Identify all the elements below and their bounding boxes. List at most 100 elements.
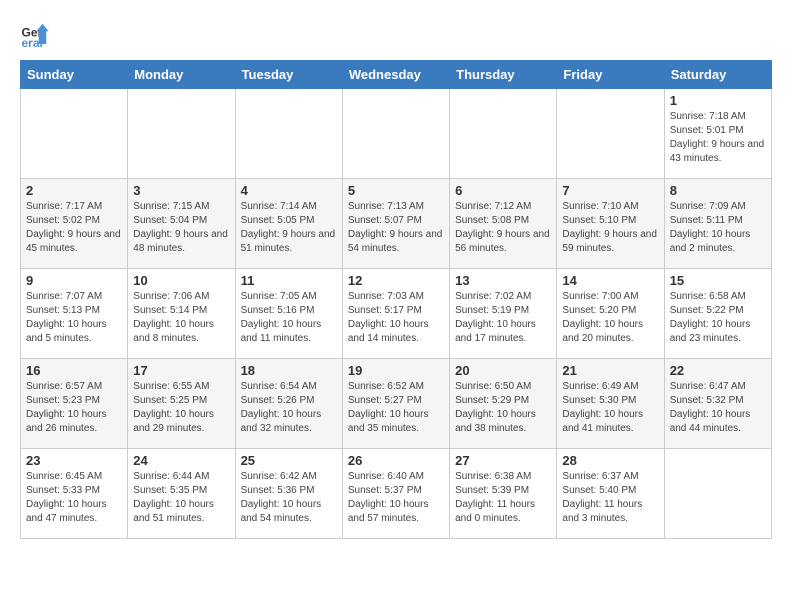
calendar-cell: 3 Sunrise: 7:15 AM Sunset: 5:04 PM Daylig…: [128, 179, 235, 269]
day-number: 12: [348, 273, 444, 288]
day-info: Sunrise: 7:13 AM Sunset: 5:07 PM Dayligh…: [348, 200, 444, 256]
calendar-body: 1 Sunrise: 7:18 AM Sunset: 5:01 PM Daylig…: [21, 89, 772, 539]
day-info: Sunrise: 6:57 AM Sunset: 5:23 PM Dayligh…: [26, 380, 122, 436]
day-number: 8: [670, 183, 766, 198]
day-info: Sunrise: 7:18 AM Sunset: 5:01 PM Dayligh…: [670, 110, 766, 166]
day-info: Sunrise: 7:09 AM Sunset: 5:11 PM Dayligh…: [670, 200, 766, 256]
day-number: 5: [348, 183, 444, 198]
calendar-week-row: 23Sunrise: 6:45 AM Sunset: 5:33 PM Dayli…: [21, 449, 772, 539]
day-info: Sunrise: 6:45 AM Sunset: 5:33 PM Dayligh…: [26, 470, 122, 526]
logo: Gen eral: [20, 20, 54, 50]
day-number: 24: [133, 453, 229, 468]
day-info: Sunrise: 6:54 AM Sunset: 5:26 PM Dayligh…: [241, 380, 337, 436]
calendar-cell: [235, 89, 342, 179]
day-number: 1: [670, 93, 766, 108]
header: Gen eral: [20, 20, 772, 50]
calendar-cell: 6Sunrise: 7:12 AM Sunset: 5:08 PM Daylig…: [450, 179, 557, 269]
day-number: 19: [348, 363, 444, 378]
weekday-header: Saturday: [664, 61, 771, 89]
day-number: 14: [562, 273, 658, 288]
calendar-cell: 20 Sunrise: 6:50 AM Sunset: 5:29 PM Dayli…: [450, 359, 557, 449]
day-number: 18: [241, 363, 337, 378]
calendar-cell: 13Sunrise: 7:02 AM Sunset: 5:19 PM Dayli…: [450, 269, 557, 359]
calendar-cell: 19 Sunrise: 6:52 AM Sunset: 5:27 PM Dayli…: [342, 359, 449, 449]
day-info: Sunrise: 7:17 AM Sunset: 5:02 PM Dayligh…: [26, 200, 122, 256]
day-number: 25: [241, 453, 337, 468]
day-info: Sunrise: 7:02 AM Sunset: 5:19 PM Dayligh…: [455, 290, 551, 346]
calendar-week-row: 1 Sunrise: 7:18 AM Sunset: 5:01 PM Daylig…: [21, 89, 772, 179]
calendar-cell: 14 Sunrise: 7:00 AM Sunset: 5:20 PM Dayli…: [557, 269, 664, 359]
calendar-cell: [342, 89, 449, 179]
calendar-cell: 16 Sunrise: 6:57 AM Sunset: 5:23 PM Dayli…: [21, 359, 128, 449]
day-number: 2: [26, 183, 122, 198]
calendar-cell: 5 Sunrise: 7:13 AM Sunset: 5:07 PM Daylig…: [342, 179, 449, 269]
day-number: 6: [455, 183, 551, 198]
calendar-header-row: SundayMondayTuesdayWednesdayThursdayFrid…: [21, 61, 772, 89]
weekday-header: Wednesday: [342, 61, 449, 89]
day-info: Sunrise: 6:47 AM Sunset: 5:32 PM Dayligh…: [670, 380, 766, 436]
calendar-cell: 7 Sunrise: 7:10 AM Sunset: 5:10 PM Daylig…: [557, 179, 664, 269]
calendar-cell: 10 Sunrise: 7:06 AM Sunset: 5:14 PM Dayli…: [128, 269, 235, 359]
calendar-cell: 27Sunrise: 6:38 AM Sunset: 5:39 PM Dayli…: [450, 449, 557, 539]
calendar-cell: 23Sunrise: 6:45 AM Sunset: 5:33 PM Dayli…: [21, 449, 128, 539]
weekday-header: Tuesday: [235, 61, 342, 89]
day-info: Sunrise: 7:05 AM Sunset: 5:16 PM Dayligh…: [241, 290, 337, 346]
day-number: 15: [670, 273, 766, 288]
day-info: Sunrise: 6:58 AM Sunset: 5:22 PM Dayligh…: [670, 290, 766, 346]
day-number: 20: [455, 363, 551, 378]
day-info: Sunrise: 6:55 AM Sunset: 5:25 PM Dayligh…: [133, 380, 229, 436]
calendar-cell: 12Sunrise: 7:03 AM Sunset: 5:17 PM Dayli…: [342, 269, 449, 359]
calendar-cell: 17 Sunrise: 6:55 AM Sunset: 5:25 PM Dayli…: [128, 359, 235, 449]
day-info: Sunrise: 7:14 AM Sunset: 5:05 PM Dayligh…: [241, 200, 337, 256]
day-number: 22: [670, 363, 766, 378]
calendar-cell: 8 Sunrise: 7:09 AM Sunset: 5:11 PM Daylig…: [664, 179, 771, 269]
day-info: Sunrise: 6:52 AM Sunset: 5:27 PM Dayligh…: [348, 380, 444, 436]
weekday-header: Friday: [557, 61, 664, 89]
day-number: 7: [562, 183, 658, 198]
calendar-cell: 25 Sunrise: 6:42 AM Sunset: 5:36 PM Dayli…: [235, 449, 342, 539]
day-info: Sunrise: 6:40 AM Sunset: 5:37 PM Dayligh…: [348, 470, 444, 526]
calendar-cell: 9 Sunrise: 7:07 AM Sunset: 5:13 PM Daylig…: [21, 269, 128, 359]
day-number: 10: [133, 273, 229, 288]
calendar-cell: 1 Sunrise: 7:18 AM Sunset: 5:01 PM Daylig…: [664, 89, 771, 179]
calendar-cell: [21, 89, 128, 179]
day-number: 28: [562, 453, 658, 468]
calendar-cell: 18 Sunrise: 6:54 AM Sunset: 5:26 PM Dayli…: [235, 359, 342, 449]
day-number: 11: [241, 273, 337, 288]
day-info: Sunrise: 6:37 AM Sunset: 5:40 PM Dayligh…: [562, 470, 658, 526]
day-info: Sunrise: 6:50 AM Sunset: 5:29 PM Dayligh…: [455, 380, 551, 436]
calendar-cell: 11 Sunrise: 7:05 AM Sunset: 5:16 PM Dayli…: [235, 269, 342, 359]
day-number: 21: [562, 363, 658, 378]
calendar-cell: 22 Sunrise: 6:47 AM Sunset: 5:32 PM Dayli…: [664, 359, 771, 449]
weekday-header: Thursday: [450, 61, 557, 89]
day-info: Sunrise: 6:38 AM Sunset: 5:39 PM Dayligh…: [455, 470, 551, 526]
day-number: 17: [133, 363, 229, 378]
calendar-cell: 15 Sunrise: 6:58 AM Sunset: 5:22 PM Dayli…: [664, 269, 771, 359]
day-info: Sunrise: 7:07 AM Sunset: 5:13 PM Dayligh…: [26, 290, 122, 346]
weekday-header: Sunday: [21, 61, 128, 89]
calendar-week-row: 16 Sunrise: 6:57 AM Sunset: 5:23 PM Dayli…: [21, 359, 772, 449]
calendar-cell: [664, 449, 771, 539]
day-number: 9: [26, 273, 122, 288]
calendar-week-row: 9 Sunrise: 7:07 AM Sunset: 5:13 PM Daylig…: [21, 269, 772, 359]
calendar-cell: 26 Sunrise: 6:40 AM Sunset: 5:37 PM Dayli…: [342, 449, 449, 539]
day-info: Sunrise: 6:44 AM Sunset: 5:35 PM Dayligh…: [133, 470, 229, 526]
logo-icon: Gen eral: [20, 20, 50, 50]
day-info: Sunrise: 7:15 AM Sunset: 5:04 PM Dayligh…: [133, 200, 229, 256]
calendar-cell: 24 Sunrise: 6:44 AM Sunset: 5:35 PM Dayli…: [128, 449, 235, 539]
calendar-cell: 4 Sunrise: 7:14 AM Sunset: 5:05 PM Daylig…: [235, 179, 342, 269]
calendar-cell: [128, 89, 235, 179]
calendar-week-row: 2 Sunrise: 7:17 AM Sunset: 5:02 PM Daylig…: [21, 179, 772, 269]
day-info: Sunrise: 6:49 AM Sunset: 5:30 PM Dayligh…: [562, 380, 658, 436]
day-number: 26: [348, 453, 444, 468]
day-number: 3: [133, 183, 229, 198]
calendar-cell: [557, 89, 664, 179]
day-info: Sunrise: 6:42 AM Sunset: 5:36 PM Dayligh…: [241, 470, 337, 526]
day-info: Sunrise: 7:00 AM Sunset: 5:20 PM Dayligh…: [562, 290, 658, 346]
day-info: Sunrise: 7:06 AM Sunset: 5:14 PM Dayligh…: [133, 290, 229, 346]
day-number: 16: [26, 363, 122, 378]
calendar-cell: 28 Sunrise: 6:37 AM Sunset: 5:40 PM Dayli…: [557, 449, 664, 539]
calendar-table: SundayMondayTuesdayWednesdayThursdayFrid…: [20, 60, 772, 539]
day-info: Sunrise: 7:10 AM Sunset: 5:10 PM Dayligh…: [562, 200, 658, 256]
day-number: 4: [241, 183, 337, 198]
